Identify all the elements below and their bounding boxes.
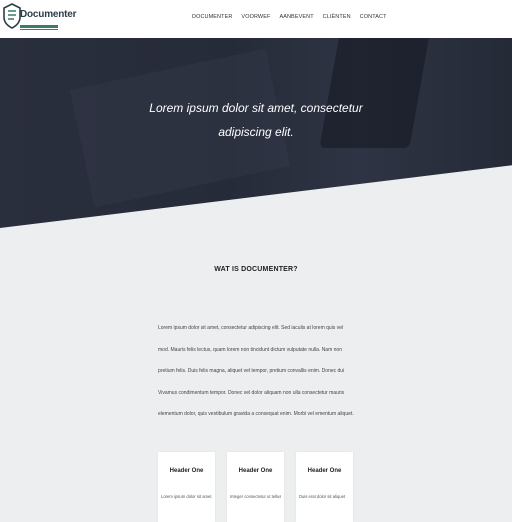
nav-documenter[interactable]: DOCUMENTER: [192, 14, 232, 20]
shield-logo-icon: [3, 3, 21, 29]
main-nav: DOCUMENTER VOORWEF AANBEVENT CLIËNTEN CO…: [192, 14, 387, 20]
card-header: Header One: [238, 468, 273, 474]
hero-tagline: Lorem ipsum dolor sit amet, consectetur …: [0, 96, 512, 144]
card-header: Header One: [169, 468, 204, 474]
nav-clienten[interactable]: CLIËNTEN: [323, 14, 351, 20]
brand-logo[interactable]: Documenter: [2, 2, 77, 35]
hero-line-2: adipiscing elit.: [218, 125, 294, 139]
section-title: WAT IS DOCUMENTER?: [214, 266, 298, 273]
top-navigation-bar: Documenter DOCUMENTER VOORWEF AANBEVENT …: [0, 0, 512, 38]
section-paragraph: Lorem ipsum dolor sit amet, consectetur …: [158, 325, 354, 417]
card-header: Header One: [307, 468, 342, 474]
card-text: Duis erat dolor sit aliquet: [299, 494, 346, 499]
nav-contact[interactable]: CONTACT: [360, 14, 387, 20]
nav-voorwef[interactable]: VOORWEF: [241, 14, 270, 20]
card-text: Integer consectetur ut tellus: [230, 494, 281, 499]
card-text: Lorem ipsum dolor sit amet,: [161, 494, 212, 499]
hero-line-1: Lorem ipsum dolor sit amet, consectetur: [149, 101, 363, 115]
brand-name: Documenter: [20, 9, 77, 20]
brand-underline-thin: [20, 29, 58, 30]
brand-underline: [20, 25, 58, 28]
nav-aanbevent[interactable]: AANBEVENT: [279, 14, 313, 20]
